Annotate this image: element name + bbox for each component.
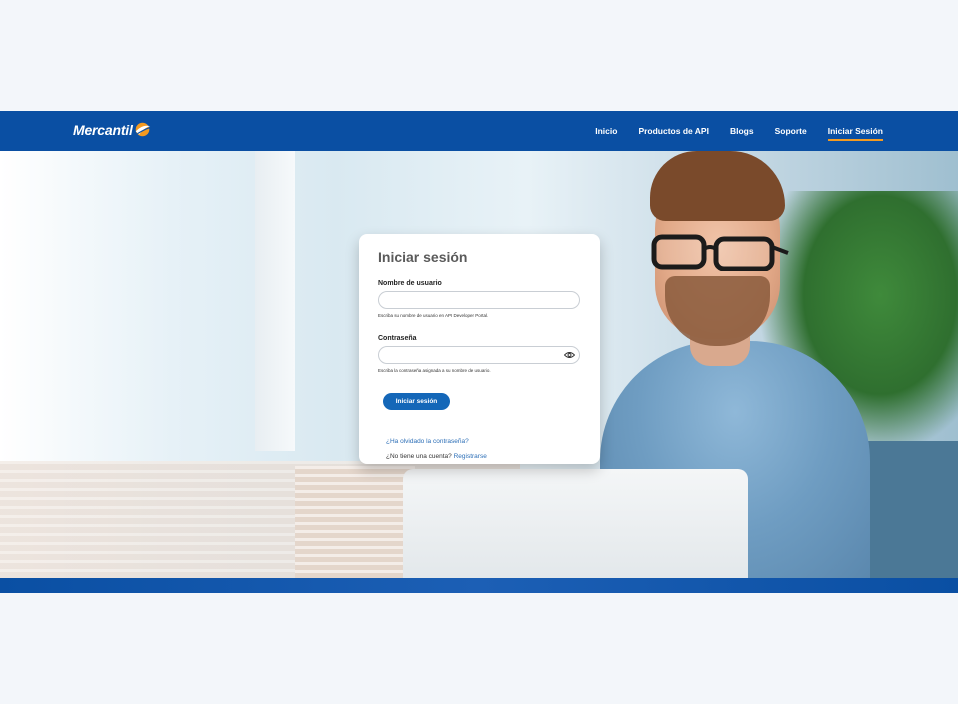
- window-blinds-right: [295, 466, 415, 578]
- glasses: [651, 234, 789, 271]
- window-frame: [255, 151, 295, 451]
- brand-name: Mercantil: [73, 121, 133, 138]
- nav-item-productos-api[interactable]: Productos de API: [638, 126, 709, 136]
- eye-icon[interactable]: [564, 350, 575, 360]
- nav-item-iniciar-sesion[interactable]: Iniciar Sesión: [827, 126, 884, 141]
- login-card: Iniciar sesión Nombre de usuario Escriba…: [359, 234, 600, 464]
- register-prompt: ¿No tiene una cuenta?: [386, 453, 452, 460]
- nav-item-soporte[interactable]: Soporte: [775, 126, 807, 136]
- nav-menu: Inicio Productos de API Blogs Soporte In…: [574, 111, 884, 151]
- password-label: Contraseña: [378, 335, 417, 342]
- password-helper-text: Escriba la contraseña asignada a su nomb…: [378, 368, 491, 373]
- username-helper-text: Escriba su nombre de usuario en API Deve…: [378, 313, 489, 318]
- username-label: Nombre de usuario: [378, 280, 442, 287]
- laptop: [403, 469, 748, 578]
- top-navbar: Mercantil Inicio Productos de API Blogs …: [0, 111, 958, 151]
- login-links: ¿Ha olvidado la contraseña? ¿No tiene un…: [386, 430, 581, 460]
- person-hair: [650, 151, 785, 221]
- footer-band: [0, 578, 958, 593]
- person-beard: [665, 276, 770, 346]
- forgot-password-link[interactable]: ¿Ha olvidado la contraseña?: [386, 438, 469, 445]
- register-line: ¿No tiene una cuenta? Registrarse: [386, 453, 581, 460]
- brand-swoosh-icon: [135, 122, 150, 137]
- login-title: Iniciar sesión: [378, 249, 468, 265]
- nav-item-blogs[interactable]: Blogs: [730, 126, 754, 136]
- register-link[interactable]: Registrarse: [454, 453, 487, 460]
- password-input[interactable]: [387, 350, 567, 367]
- username-input[interactable]: [387, 295, 567, 312]
- password-field-wrapper: [378, 346, 580, 367]
- login-submit-button[interactable]: Iniciar sesión: [383, 393, 450, 410]
- brand-logo[interactable]: Mercantil: [73, 121, 151, 138]
- username-field-wrapper: [378, 291, 580, 312]
- nav-item-inicio[interactable]: Inicio: [595, 126, 617, 136]
